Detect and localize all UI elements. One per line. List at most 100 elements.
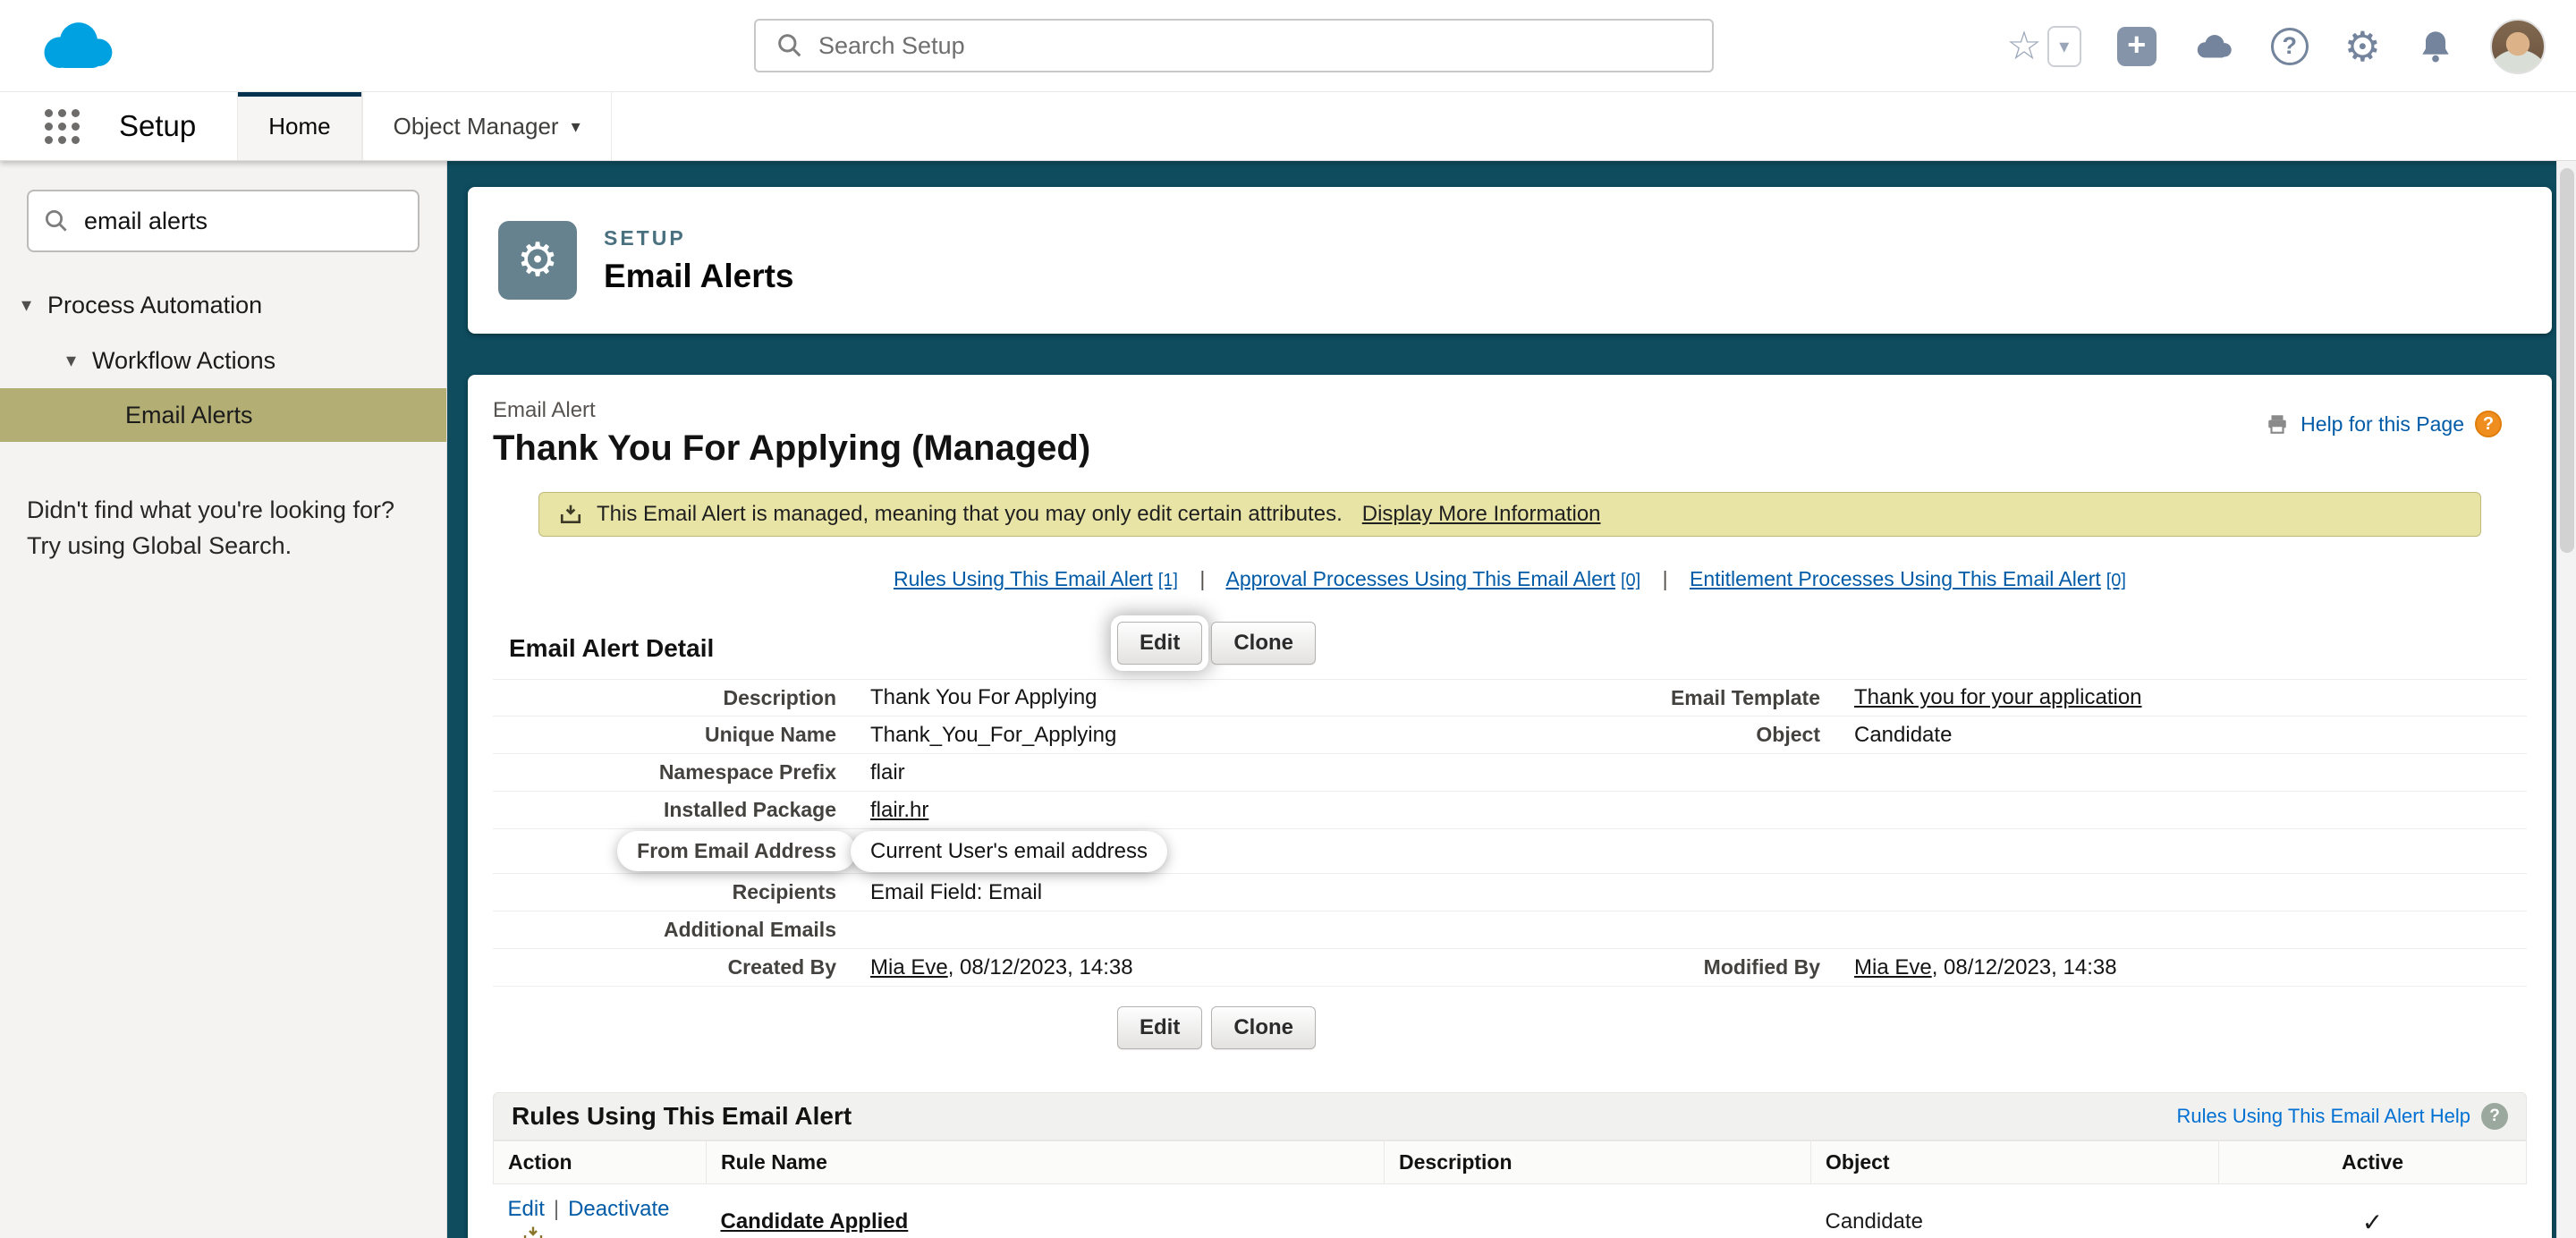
created-date: , 08/12/2023, 14:38 [947, 954, 1133, 979]
quick-find-input[interactable] [84, 207, 403, 235]
sidebar-item-process-automation[interactable]: ▾ Process Automation [0, 277, 446, 333]
chevron-down-icon: ▾ [2059, 34, 2070, 57]
setup-gear-icon[interactable]: ⚙ [2344, 26, 2381, 67]
column-header-rule-name: Rule Name [706, 1140, 1385, 1184]
setup-content: ⚙ SETUP Email Alerts Email Alert Thank Y… [447, 161, 2576, 1238]
table-row: Edit | Deactivate Candidate Applied Cand… [493, 1183, 2527, 1238]
rules-related-list: Rules Using This Email Alert Rules Using… [493, 1092, 2527, 1238]
field-value: Email Field: Email [870, 879, 1043, 904]
installed-package-link[interactable]: flair.hr [870, 798, 928, 822]
sidebar-item-label: Process Automation [47, 291, 263, 318]
field-value: Thank_You_For_Applying [870, 722, 1117, 747]
scrollbar[interactable] [2556, 161, 2576, 1238]
edit-button[interactable]: Edit [1117, 622, 1203, 665]
help-icon[interactable]: ? [2270, 27, 2309, 65]
object-cell: Candidate [1810, 1183, 2219, 1238]
hint-line-2: Try using Global Search. [27, 532, 292, 559]
display-more-information-link[interactable]: Display More Information [1362, 502, 1601, 527]
email-template-link[interactable]: Thank you for your application [1854, 685, 2142, 709]
related-list-title: Rules Using This Email Alert [512, 1102, 852, 1130]
chevron-down-icon: ▾ [571, 116, 580, 137]
global-actions-icon[interactable]: + [2116, 26, 2157, 66]
row-edit-link[interactable]: Edit [508, 1197, 545, 1221]
favorites-dropdown-button[interactable]: ▾ [2046, 25, 2081, 67]
global-search[interactable] [754, 19, 1714, 72]
field-label: Created By [727, 955, 836, 979]
entitlement-processes-link[interactable]: Entitlement Processes Using This Email A… [1690, 567, 2126, 590]
field-value: Thank You For Applying [870, 685, 1097, 709]
scrollbar-thumb[interactable] [2560, 168, 2574, 553]
detail-section-header: Email Alert Detail Edit Clone [493, 620, 2527, 679]
detail-row: Additional Emails [493, 912, 2527, 949]
setup-page-icon: ⚙ [498, 221, 577, 300]
action-cell: Edit | Deactivate [493, 1183, 707, 1238]
email-alert-detail-card: Email Alert Thank You For Applying (Mana… [468, 375, 2552, 1238]
page-eyebrow: SETUP [604, 225, 686, 250]
modified-date: , 08/12/2023, 14:38 [1931, 954, 2117, 979]
separator: | [1199, 567, 1206, 590]
entity-label: Email Alert [493, 398, 596, 422]
favorites-control[interactable]: ☆ ▾ [2006, 25, 2081, 67]
sidebar-item-workflow-actions[interactable]: ▾ Workflow Actions [0, 333, 446, 388]
field-label: Namespace Prefix [658, 760, 836, 784]
separator: | [553, 1197, 560, 1221]
column-header-action: Action [493, 1140, 707, 1184]
section-title: Email Alert Detail [509, 634, 715, 662]
app-launcher-icon[interactable] [45, 108, 80, 144]
detail-row: Installed Package flair.hr [493, 792, 2527, 829]
from-email-address-value-highlight: Current User's email address [852, 832, 1166, 870]
approval-processes-link[interactable]: Approval Processes Using This Email Aler… [1225, 567, 1640, 590]
printer-icon[interactable] [2265, 412, 2290, 436]
detail-row: Description Thank You For Applying Email… [493, 679, 2527, 717]
page-header-card: ⚙ SETUP Email Alerts [468, 187, 2552, 334]
favorites-star-icon[interactable]: ☆ [2006, 26, 2041, 66]
field-label: Email Template [1670, 685, 1820, 709]
record-title: Thank You For Applying (Managed) [493, 428, 1091, 468]
edit-button-bottom[interactable]: Edit [1117, 1006, 1203, 1049]
notifications-bell-icon[interactable] [2417, 28, 2454, 65]
rule-name-link[interactable]: Candidate Applied [721, 1209, 909, 1234]
help-for-this-page-link[interactable]: Help for this Page [2301, 412, 2464, 437]
page-help: Help for this Page ? [2265, 411, 2502, 437]
row-deactivate-link[interactable]: Deactivate [568, 1197, 669, 1221]
from-email-address-label-highlight: From Email Address [619, 833, 854, 869]
column-header-active: Active [2218, 1140, 2527, 1184]
field-label: Recipients [732, 880, 836, 903]
sidebar-item-label: Workflow Actions [92, 346, 276, 374]
tab-object-manager[interactable]: Object Manager ▾ [361, 92, 612, 160]
salesforce-logo [34, 18, 120, 73]
quick-find-box[interactable] [27, 190, 419, 252]
created-by-user-link[interactable]: Mia Eve [870, 955, 948, 979]
modified-by-user-link[interactable]: Mia Eve [1854, 955, 1932, 979]
field-label: Object [1756, 723, 1820, 746]
help-question-icon[interactable]: ? [2475, 411, 2502, 437]
field-value: Candidate [1854, 722, 1953, 747]
related-list-help-link[interactable]: Rules Using This Email Alert Help [2177, 1105, 2471, 1128]
active-check-icon: ✓ [2361, 1208, 2384, 1236]
detail-row: Unique Name Thank_You_For_Applying Objec… [493, 717, 2527, 754]
field-label: Unique Name [705, 723, 836, 746]
header-icon-bar: ☆ ▾ + ? ⚙ [2006, 0, 2546, 92]
guidance-cloud-icon[interactable] [2192, 32, 2235, 61]
sidebar-item-email-alerts[interactable]: Email Alerts [0, 388, 446, 442]
field-label: Installed Package [663, 798, 836, 821]
clone-button-bottom[interactable]: Clone [1211, 1006, 1316, 1049]
column-header-object: Object [1810, 1140, 2219, 1184]
sidebar-item-label: Email Alerts [125, 401, 253, 428]
package-icon [522, 1225, 544, 1238]
separator: | [1662, 567, 1668, 590]
clone-button[interactable]: Clone [1211, 622, 1316, 665]
detail-row: Created By Mia Eve, 08/12/2023, 14:38 Mo… [493, 949, 2527, 987]
global-search-input[interactable] [818, 31, 1692, 60]
tab-object-manager-label: Object Manager [393, 112, 559, 140]
rules-using-link[interactable]: Rules Using This Email Alert [1] [894, 567, 1178, 590]
column-header-description: Description [1384, 1140, 1811, 1184]
bottom-button-row: Edit Clone [493, 1006, 2527, 1049]
tab-home[interactable]: Home [237, 92, 362, 160]
user-avatar[interactable] [2490, 18, 2546, 74]
detail-row-highlighted: From Email Address Current User's email … [493, 829, 2527, 874]
setup-nav-bar: Setup Home Object Manager ▾ [0, 92, 2576, 161]
search-icon [775, 31, 804, 60]
detail-row: Namespace Prefix flair [493, 754, 2527, 792]
help-question-icon[interactable]: ? [2481, 1103, 2508, 1130]
